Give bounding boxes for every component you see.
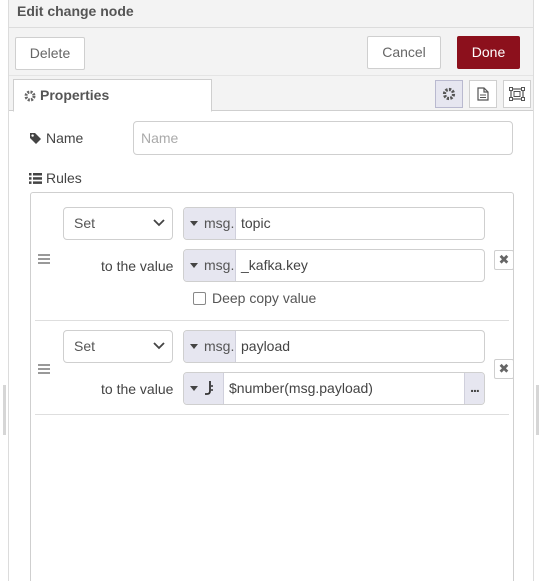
rule-row: Set msg. payload ✖ to the value $number(… — [35, 321, 514, 415]
rule-target-input[interactable]: msg. topic — [183, 207, 485, 240]
tabs-bar: Properties — [9, 76, 533, 112]
jsonata-icon — [205, 381, 213, 395]
name-label: Name — [29, 130, 83, 146]
resize-grip[interactable] — [536, 385, 539, 435]
rule-action-value: Set — [74, 338, 96, 354]
rule-target-input[interactable]: msg. payload — [183, 330, 485, 363]
done-button[interactable]: Done — [457, 36, 520, 69]
rule-delete-button[interactable]: ✖ — [494, 359, 514, 379]
gear-icon — [24, 90, 36, 102]
caret-down-icon — [190, 344, 198, 349]
deep-copy-label: Deep copy value — [212, 290, 317, 306]
value-type-label: msg. — [204, 257, 235, 273]
tray-toolbar: Delete Cancel Done — [9, 28, 533, 76]
rule-value-input[interactable]: msg. _kafka.key — [183, 249, 485, 282]
rule-action-select[interactable]: Set — [63, 207, 173, 240]
tray-title: Edit change node — [9, 0, 533, 28]
drag-handle-icon[interactable] — [38, 254, 50, 264]
checkbox-icon[interactable] — [193, 292, 206, 305]
name-input[interactable]: Name — [133, 121, 513, 155]
rule-action-value: Set — [74, 215, 96, 231]
target-value: topic — [241, 215, 271, 231]
value-type-button[interactable] — [184, 373, 224, 404]
rule-action-select[interactable]: Set — [63, 330, 173, 363]
tab-settings[interactable] — [435, 80, 463, 108]
rules-label: Rules — [29, 170, 82, 186]
target-type-label: msg. — [204, 215, 235, 231]
rules-label-text: Rules — [46, 170, 82, 186]
tab-properties-label: Properties — [40, 87, 110, 103]
deep-copy-checkbox[interactable]: Deep copy value — [193, 290, 316, 306]
right-panel-edge — [533, 0, 542, 581]
caret-down-icon — [190, 221, 198, 226]
target-value: payload — [241, 338, 291, 354]
tag-icon — [30, 133, 41, 144]
drag-handle-icon[interactable] — [38, 364, 50, 374]
tab-appearance[interactable] — [503, 80, 531, 108]
rule-row: Set msg. topic ✖ to the value msg. _kafk… — [35, 193, 514, 321]
rules-list: Set msg. topic ✖ to the value msg. _kafk… — [30, 192, 514, 581]
rule-delete-button[interactable]: ✖ — [494, 250, 514, 270]
caret-down-icon — [190, 263, 198, 268]
tab-description[interactable] — [469, 80, 497, 108]
expression-editor-button[interactable]: ... — [464, 373, 484, 404]
target-type-button[interactable]: msg. — [184, 208, 236, 239]
delete-button[interactable]: Delete — [15, 37, 85, 70]
object-group-icon — [509, 87, 525, 101]
list-icon — [29, 173, 42, 184]
to-value-label: to the value — [101, 258, 174, 274]
target-type-label: msg. — [204, 338, 235, 354]
rule-value-input[interactable]: $number(msg.payload) ... — [183, 372, 485, 405]
name-label-text: Name — [46, 130, 84, 146]
left-panel-edge — [0, 0, 9, 581]
chevron-down-icon — [153, 342, 165, 350]
resize-grip[interactable] — [3, 385, 6, 435]
tab-properties[interactable]: Properties — [13, 79, 212, 112]
chevron-down-icon — [153, 219, 165, 227]
gear-icon — [442, 87, 456, 101]
value-text: $number(msg.payload) — [229, 380, 373, 396]
edit-tray: Edit change node Delete Cancel Done Prop… — [9, 0, 533, 581]
to-value-label: to the value — [101, 381, 174, 397]
caret-down-icon — [190, 386, 198, 391]
file-text-icon — [477, 87, 489, 101]
value-text: _kafka.key — [241, 257, 308, 273]
value-type-button[interactable]: msg. — [184, 250, 236, 281]
target-type-button[interactable]: msg. — [184, 331, 236, 362]
cancel-button[interactable]: Cancel — [367, 36, 441, 69]
